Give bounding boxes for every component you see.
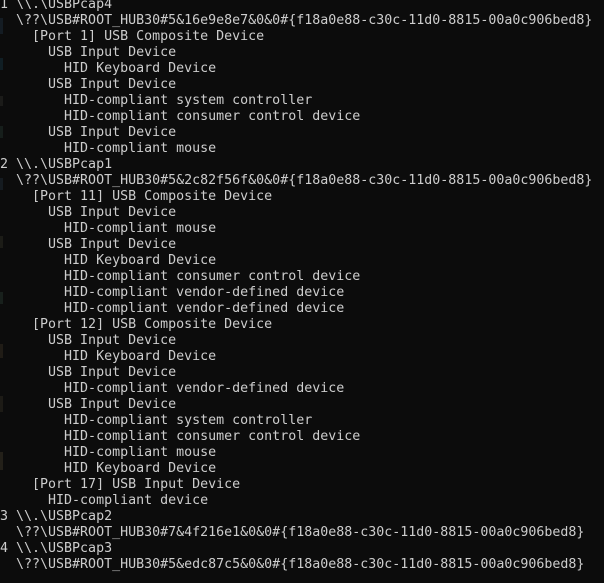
terminal-line: USB Input Device: [0, 333, 177, 348]
terminal-line: [Port 17] USB Input Device: [0, 477, 241, 492]
terminal-line: 1 \\.\USBPcap4: [0, 0, 113, 12]
terminal-line: HID-compliant consumer control device: [0, 269, 361, 284]
terminal-output-pane[interactable]: 1 \\.\USBPcap4 \??\USB#ROOT_HUB30#5&16e9…: [0, 0, 604, 583]
terminal-line: HID-compliant mouse: [0, 445, 217, 460]
terminal-line-list: 1 \\.\USBPcap4 \??\USB#ROOT_HUB30#5&16e9…: [0, 0, 604, 573]
terminal-line: 2 \\.\USBPcap1: [0, 157, 113, 172]
terminal-line: USB Input Device: [0, 397, 177, 412]
terminal-line: USB Input Device: [0, 205, 177, 220]
terminal-line: \??\USB#ROOT_HUB30#5&2c82f56f&0&0#{f18a0…: [0, 173, 593, 188]
terminal-line: HID-compliant vendor-defined device: [0, 301, 345, 316]
terminal-line: HID Keyboard Device: [0, 349, 217, 364]
terminal-line: [Port 1] USB Composite Device: [0, 29, 265, 44]
terminal-line: \??\USB#ROOT_HUB30#5&edc87c5&0&0#{f18a0e…: [0, 557, 585, 572]
terminal-line: HID-compliant mouse: [0, 141, 217, 156]
terminal-line: [Port 12] USB Composite Device: [0, 317, 273, 332]
terminal-line: \??\USB#ROOT_HUB30#7&4f216e1&0&0#{f18a0e…: [0, 525, 585, 540]
terminal-line: [Port 11] USB Composite Device: [0, 189, 273, 204]
terminal-line: HID-compliant device: [0, 493, 209, 508]
terminal-line: USB Input Device: [0, 125, 177, 140]
terminal-line: 4 \\.\USBPcap3: [0, 541, 113, 556]
terminal-line: HID-compliant vendor-defined device: [0, 285, 345, 300]
terminal-line: \??\USB#ROOT_HUB30#5&16e9e8e7&0&0#{f18a0…: [0, 13, 593, 28]
terminal-line: USB Input Device: [0, 77, 177, 92]
terminal-line: HID Keyboard Device: [0, 253, 217, 268]
terminal-line: HID Keyboard Device: [0, 61, 217, 76]
terminal-line: HID-compliant consumer control device: [0, 109, 361, 124]
terminal-line: HID Keyboard Device: [0, 461, 217, 476]
terminal-line: HID-compliant mouse: [0, 221, 217, 236]
terminal-line: HID-compliant system controller: [0, 93, 313, 108]
terminal-line: USB Input Device: [0, 237, 177, 252]
terminal-line: HID-compliant system controller: [0, 413, 313, 428]
terminal-line: HID-compliant consumer control device: [0, 429, 361, 444]
terminal-line: 3 \\.\USBPcap2: [0, 509, 113, 524]
terminal-line: USB Input Device: [0, 365, 177, 380]
terminal-line: HID-compliant vendor-defined device: [0, 381, 345, 396]
terminal-line: USB Input Device: [0, 45, 177, 60]
